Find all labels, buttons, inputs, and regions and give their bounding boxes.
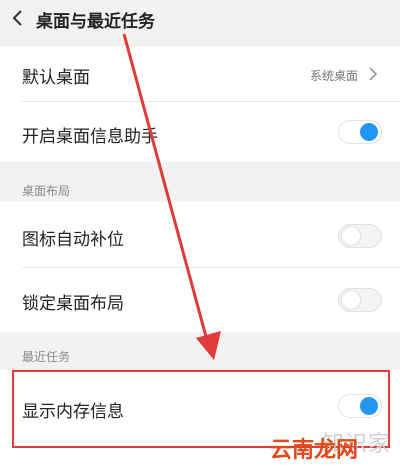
default-desktop-row[interactable]: 默认桌面 系统桌面	[0, 46, 400, 102]
auto-fill-icons-row: 图标自动补位	[0, 202, 400, 268]
default-desktop-value: 系统桌面	[309, 69, 358, 83]
toggle-knob	[342, 291, 360, 309]
toggle-knob	[360, 123, 378, 141]
desktop-info-assistant-row: 开启桌面信息助手	[0, 102, 400, 162]
section-recent-tasks-label: 最近任务	[22, 350, 71, 364]
section-desktop-layout: 桌面布局	[0, 162, 400, 202]
section-recent-tasks: 最近任务	[0, 332, 400, 370]
lock-desktop-layout-toggle[interactable]	[338, 288, 382, 312]
auto-fill-icons-toggle[interactable]	[338, 224, 382, 248]
page-title: 桌面与最近任务	[36, 12, 155, 32]
section-desktop-layout-label: 桌面布局	[22, 184, 71, 198]
desktop-info-assistant-label: 开启桌面信息助手	[22, 127, 158, 147]
toggle-knob	[342, 227, 360, 245]
watermark-brand: 云南龙网	[270, 438, 359, 463]
lock-desktop-layout-row: 锁定桌面布局	[0, 268, 400, 332]
back-icon[interactable]	[10, 6, 26, 30]
chevron-right-icon	[369, 67, 378, 81]
lock-desktop-layout-label: 锁定桌面布局	[22, 294, 124, 314]
auto-fill-icons-label: 图标自动补位	[22, 230, 124, 250]
app-header: 桌面与最近任务	[0, 0, 400, 40]
desktop-info-assistant-toggle[interactable]	[338, 120, 382, 144]
default-desktop-label: 默认桌面	[22, 68, 90, 88]
